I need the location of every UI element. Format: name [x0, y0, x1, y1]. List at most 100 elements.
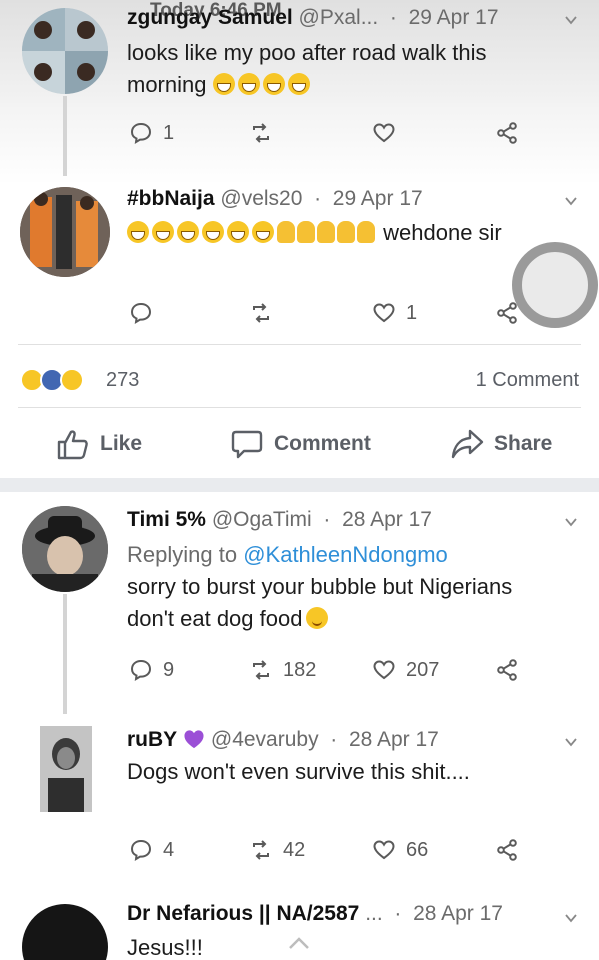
- comment-button[interactable]: Comment: [230, 427, 371, 461]
- chevron-up-icon[interactable]: [287, 934, 311, 952]
- avatar[interactable]: [22, 8, 108, 94]
- comment-icon: [231, 430, 263, 459]
- yum-face-emoji: [306, 607, 329, 629]
- tweet-text: Dogs won't even survive this shit....: [127, 759, 470, 784]
- chevron-down-icon[interactable]: [565, 14, 577, 26]
- handle[interactable]: @OgaTimi: [212, 508, 312, 531]
- tweet-text-line: sorry to burst your bubble but Nigerians: [127, 574, 513, 599]
- reply-button[interactable]: 4: [129, 836, 174, 864]
- heart-icon: [373, 660, 395, 680]
- tweet-1[interactable]: zgungay Samuel @Pxal... · 29 Apr 17 look…: [0, 0, 599, 176]
- grinning-squint-emoji: [262, 73, 285, 95]
- avatar[interactable]: [40, 726, 92, 812]
- reply-count: 9: [163, 658, 175, 681]
- display-name[interactable]: Timi 5%: [127, 508, 206, 531]
- reply-button[interactable]: 9: [129, 656, 174, 684]
- reply-button[interactable]: [129, 299, 163, 327]
- reply-icon: [130, 122, 152, 144]
- grinning-squint-emoji: [177, 221, 199, 243]
- handle[interactable]: ...: [365, 902, 383, 925]
- chevron-down-icon[interactable]: [565, 912, 577, 924]
- purple-heart-icon: [184, 730, 204, 749]
- thread-line: [63, 96, 67, 176]
- tweet-text-word: wehdone sir: [383, 220, 502, 245]
- tweet-text-line: looks like my poo after road walk this: [127, 40, 487, 65]
- tweet-header: ruBY @4evaruby · 28 Apr 17: [127, 728, 439, 752]
- tweet-text-word: don't eat dog food: [127, 606, 303, 631]
- avatar[interactable]: [22, 904, 108, 960]
- like-count: 207: [406, 658, 440, 681]
- tweet-date: 28 Apr 17: [342, 508, 432, 531]
- tweet-actions: 1: [127, 299, 527, 327]
- chevron-down-icon[interactable]: [565, 195, 577, 207]
- share-icon: [497, 659, 517, 681]
- reaction-count[interactable]: 273: [106, 369, 139, 392]
- retweet-button[interactable]: [249, 299, 273, 327]
- retweet-count: 42: [283, 838, 306, 861]
- retweet-icon: [253, 123, 269, 143]
- grinning-squint-emoji: [252, 221, 274, 243]
- tweet-text: Replying to @KathleenNdongmo sorry to bu…: [127, 539, 512, 635]
- chevron-down-icon[interactable]: [565, 516, 577, 528]
- reply-button[interactable]: 1: [129, 119, 174, 147]
- like-button[interactable]: Like: [56, 427, 142, 461]
- tweet-date: 28 Apr 17: [348, 728, 439, 751]
- share-icon: [497, 839, 517, 861]
- like-button[interactable]: 1: [372, 299, 417, 327]
- like-label: Like: [100, 432, 143, 455]
- retweet-icon: [253, 660, 269, 680]
- tweet-2[interactable]: #bbNaija @vels20 · 29 Apr 17 wehdone sir…: [0, 175, 599, 345]
- mention-link[interactable]: @KathleenNdongmo: [243, 542, 448, 567]
- status-time-overlay: Today 6:46 PM: [150, 0, 282, 21]
- tweet-actions: 1: [127, 119, 527, 147]
- feed-separator: [0, 478, 599, 492]
- reaction-summary[interactable]: 273 1 Comment: [0, 368, 599, 398]
- retweet-button[interactable]: 42: [249, 836, 305, 864]
- separator-dot: ·: [317, 508, 337, 531]
- grinning-squint-emoji: [237, 73, 260, 95]
- grinning-squint-emoji: [127, 221, 149, 243]
- handle[interactable]: @4evaruby: [211, 728, 319, 751]
- assistive-touch-button[interactable]: [512, 242, 598, 328]
- like-button[interactable]: 66: [372, 836, 428, 864]
- comments-count[interactable]: 1 Comment: [476, 369, 579, 392]
- reply-count: 1: [163, 121, 175, 144]
- avatar[interactable]: [22, 506, 108, 592]
- handle[interactable]: @Pxal...: [299, 6, 379, 29]
- grinning-squint-emoji: [212, 73, 235, 95]
- share-button[interactable]: [495, 656, 519, 684]
- divider: [18, 344, 581, 345]
- handle[interactable]: @vels20: [220, 187, 302, 210]
- comment-label: Comment: [274, 432, 371, 455]
- tweet-header: Timi 5% @OgaTimi · 28 Apr 17: [127, 508, 432, 532]
- chevron-down-icon[interactable]: [565, 736, 577, 748]
- tweet-text: wehdone sir: [127, 217, 502, 249]
- retweet-button[interactable]: [249, 119, 273, 147]
- grinning-squint-emoji: [227, 221, 249, 243]
- heart-icon: [373, 840, 395, 860]
- share-button[interactable]: Share: [450, 427, 552, 461]
- tweet-date: 28 Apr 17: [413, 902, 503, 925]
- grinning-squint-emoji: [152, 221, 174, 243]
- retweet-count: 182: [283, 658, 317, 681]
- tweet-date: 29 Apr 17: [408, 6, 499, 29]
- display-name[interactable]: ruBY: [127, 728, 177, 751]
- tweet-4[interactable]: ruBY @4evaruby · 28 Apr 17 Dogs won't ev…: [0, 712, 599, 892]
- share-button[interactable]: [495, 836, 519, 864]
- separator-dot: ·: [308, 187, 327, 210]
- avatar[interactable]: [20, 187, 110, 277]
- tweet-3[interactable]: Timi 5% @OgaTimi · 28 Apr 17 Replying to…: [0, 492, 599, 714]
- like-button[interactable]: 207: [372, 656, 439, 684]
- retweet-button[interactable]: 182: [249, 656, 316, 684]
- thumbs-up-icon: [57, 430, 88, 460]
- replying-prefix: Replying to: [127, 542, 238, 567]
- like-button[interactable]: [372, 119, 396, 147]
- replying-to: Replying to @KathleenNdongmo: [127, 539, 512, 571]
- tweet-text: Jesus!!!: [127, 935, 203, 960]
- display-name[interactable]: Dr Nefarious || NA/2587: [127, 902, 359, 925]
- divider: [18, 407, 581, 408]
- clapping-hands-emoji: [277, 221, 295, 243]
- display-name[interactable]: #bbNaija: [127, 187, 215, 210]
- tweet-text-word: morning: [127, 72, 207, 97]
- share-button[interactable]: [495, 119, 519, 147]
